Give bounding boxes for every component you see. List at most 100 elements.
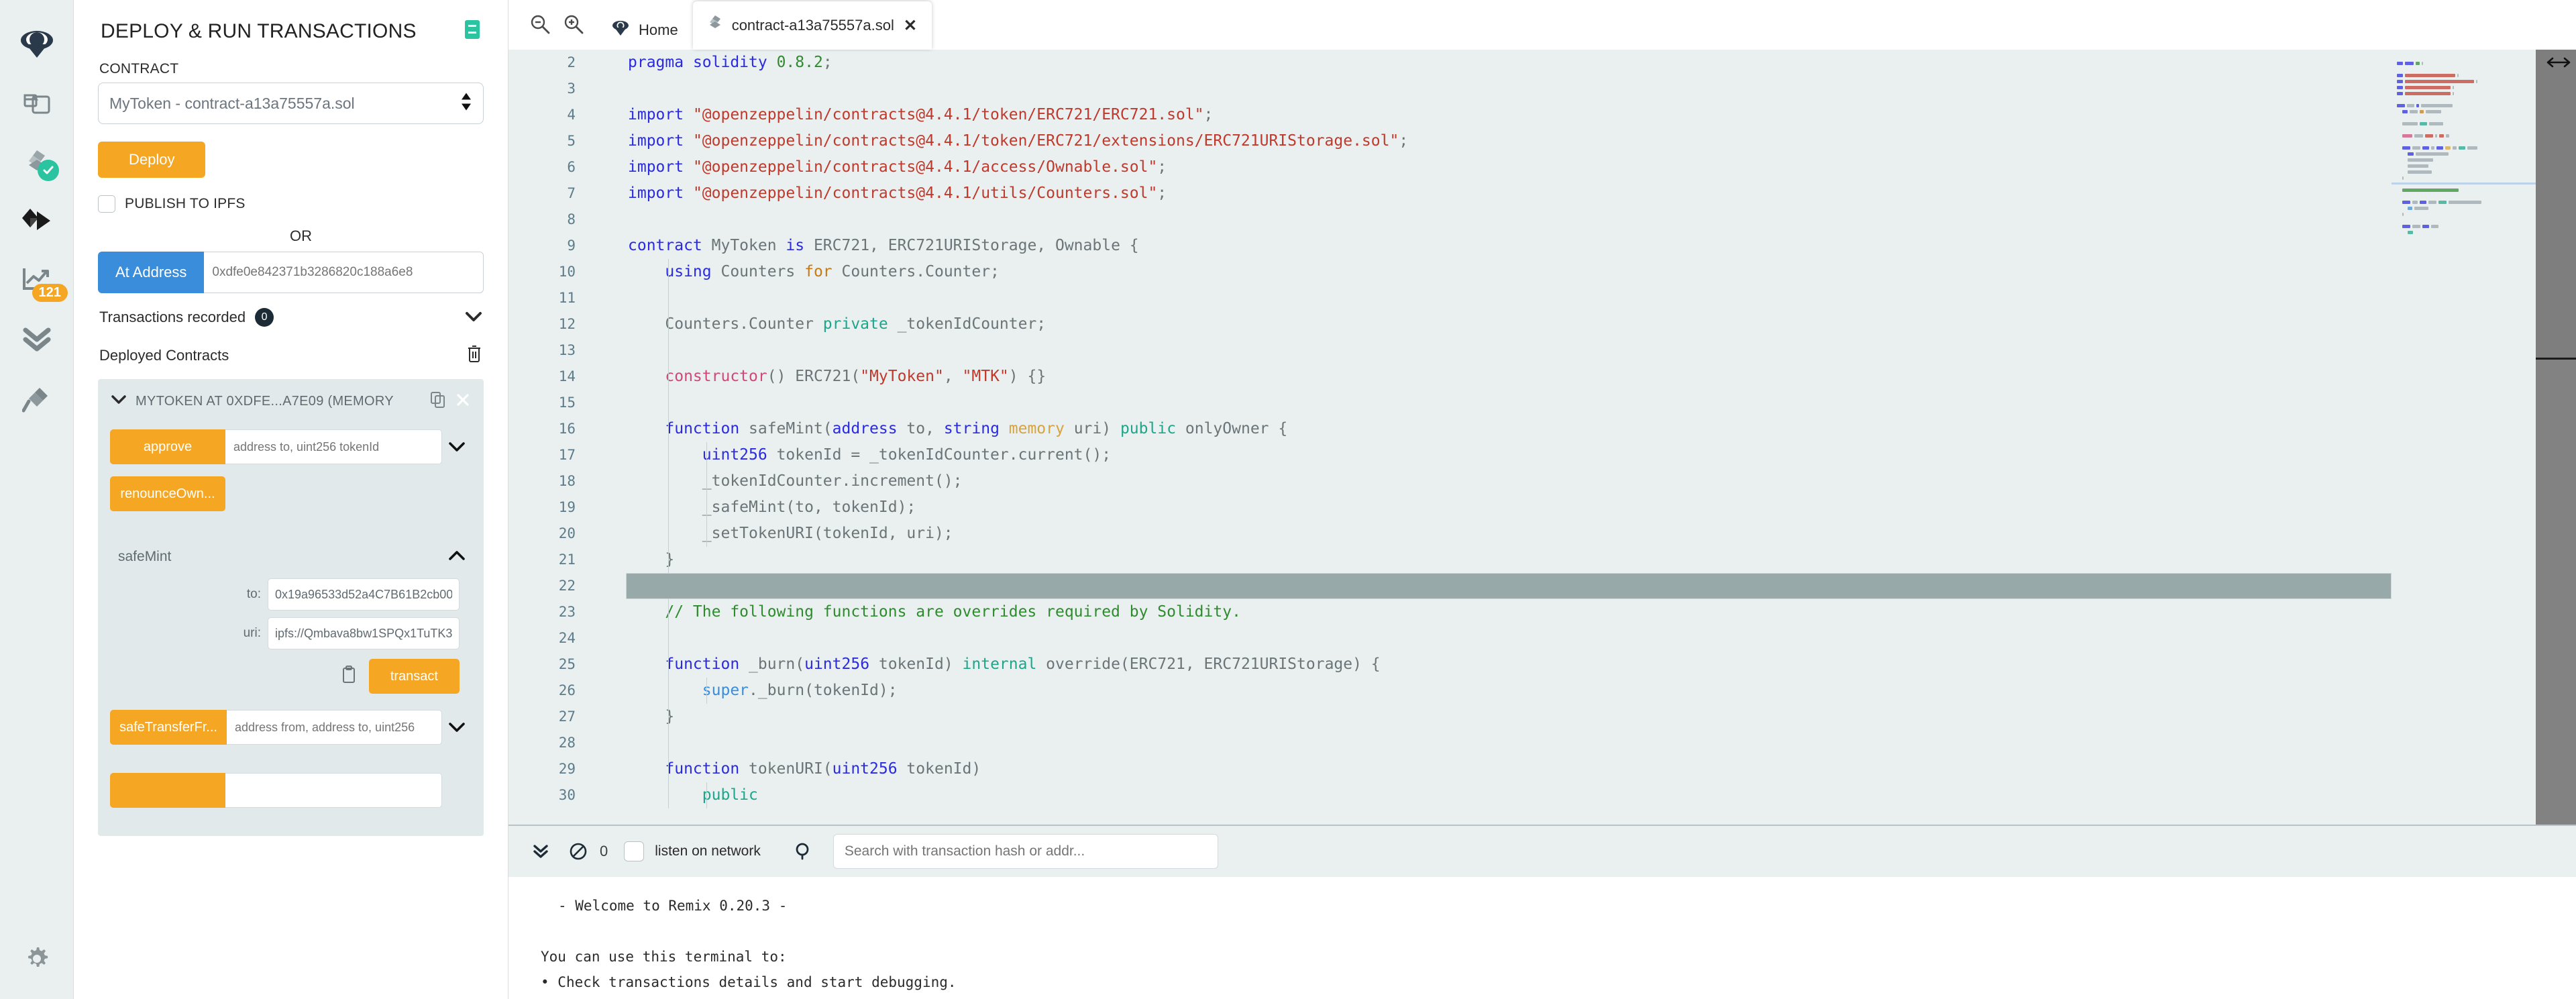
line-number: 15: [558, 395, 576, 411]
resize-horizontal-icon[interactable]: [2546, 56, 2571, 72]
code-line[interactable]: 14 constructor() ERC721("MyToken", "MTK"…: [508, 364, 2576, 390]
code-line[interactable]: 27 }: [508, 704, 2576, 730]
plugin-manager-icon[interactable]: [0, 369, 74, 428]
renounce-ownership-button[interactable]: renounceOwn...: [110, 476, 225, 511]
safemint-transact-button[interactable]: transact: [368, 659, 460, 694]
chevron-up-icon[interactable]: [449, 549, 465, 565]
debugger-icon[interactable]: [0, 310, 74, 369]
code-line[interactable]: 15: [508, 390, 2576, 416]
scrollbar-thumb[interactable]: [2536, 50, 2576, 360]
chevron-down-icon[interactable]: [111, 395, 126, 408]
line-number: 16: [558, 421, 576, 437]
zoom-in-icon[interactable]: [564, 14, 584, 38]
code-line[interactable]: 7 import "@openzeppelin/contracts@4.4.1/u…: [508, 180, 2576, 207]
solidity-compiler-icon[interactable]: [0, 133, 74, 192]
indent-guide: [668, 704, 669, 730]
analysis-icon[interactable]: 121: [0, 251, 74, 310]
trash-icon[interactable]: [466, 344, 482, 367]
clipboard-icon[interactable]: [341, 665, 357, 688]
deploy-run-icon[interactable]: [0, 192, 74, 251]
deployed-card-header[interactable]: MYTOKEN AT 0XDFE...A7E09 (MEMORY: [110, 388, 472, 429]
chevron-down-icon[interactable]: [465, 309, 482, 326]
code-line[interactable]: 20 _setTokenURI(tokenId, uri);: [508, 521, 2576, 547]
indent-guide: [668, 521, 669, 547]
code-line[interactable]: 29 function tokenURI(uint256 tokenId): [508, 756, 2576, 782]
safemint-to-input[interactable]: [268, 578, 460, 611]
chevron-down-icon[interactable]: [442, 773, 472, 808]
minimap-line: [2392, 62, 2536, 66]
code-line[interactable]: 24: [508, 625, 2576, 651]
code-editor[interactable]: 2 pragma solidity 0.8.2; 3 4 import "@openze…: [508, 50, 2576, 825]
code-line[interactable]: 23 // The following functions are overri…: [508, 599, 2576, 625]
listen-on-network-checkbox[interactable]: [624, 841, 645, 861]
zoom-out-icon[interactable]: [530, 14, 550, 38]
minimap-token: [2425, 134, 2434, 138]
safemint-uri-input[interactable]: [268, 617, 460, 649]
copy-icon[interactable]: [430, 391, 446, 412]
code-line[interactable]: 22: [508, 573, 2576, 599]
code-line[interactable]: 16 function safeMint(address to, string …: [508, 416, 2576, 442]
deploy-button[interactable]: Deploy: [98, 142, 206, 178]
contract-select[interactable]: MyToken - contract-a13a75557a.sol: [98, 83, 484, 124]
code-line-text: constructor() ERC721("MyToken", "MTK") {…: [665, 368, 1046, 385]
panel-docs-icon[interactable]: [464, 19, 481, 44]
safe-transfer-from-button[interactable]: safeTransferFr...: [110, 710, 227, 745]
minimap-token: [2397, 104, 2406, 107]
transactions-recorded-label: Transactions recorded: [99, 309, 246, 325]
code-line[interactable]: 3: [508, 76, 2576, 102]
safe-transfer-from-args-input[interactable]: [226, 710, 442, 745]
editor-vertical-scrollbar[interactable]: [2536, 50, 2576, 825]
terminal-search-input[interactable]: [833, 834, 1218, 869]
remix-logo-icon[interactable]: [0, 15, 74, 74]
approve-button[interactable]: approve: [110, 429, 225, 464]
code-line[interactable]: 18 _tokenIdCounter.increment();: [508, 468, 2576, 494]
code-line[interactable]: 10 using Counters for Counters.Counter;: [508, 259, 2576, 285]
minimap-token: [2436, 146, 2443, 150]
partial-function-button[interactable]: [110, 773, 225, 808]
tab-home[interactable]: Home: [597, 11, 693, 50]
terminal-output: - Welcome to Remix 0.20.3 - You can use …: [508, 877, 2576, 999]
at-address-button[interactable]: At Address: [98, 252, 205, 293]
code-line[interactable]: 4 import "@openzeppelin/contracts@4.4.1/t…: [508, 102, 2576, 128]
transactions-recorded-row[interactable]: Transactions recorded 0: [98, 293, 484, 333]
chevron-down-icon[interactable]: [442, 710, 472, 745]
code-line[interactable]: 17 uint256 tokenId = _tokenIdCounter.cur…: [508, 442, 2576, 468]
code-line[interactable]: 8: [508, 207, 2576, 233]
settings-icon[interactable]: [0, 945, 74, 972]
code-line[interactable]: 19 _safeMint(to, tokenId);: [508, 494, 2576, 521]
code-line[interactable]: 11: [508, 285, 2576, 311]
editor-minimap[interactable]: [2392, 50, 2536, 825]
minimap-token: [2405, 62, 2414, 65]
code-line[interactable]: 9 contract MyToken is ERC721, ERC721URISt…: [508, 233, 2576, 259]
safemint-header[interactable]: safeMint: [110, 539, 472, 572]
approve-args-input[interactable]: [225, 429, 442, 464]
partial-function-args-input[interactable]: [225, 773, 442, 808]
close-icon[interactable]: [455, 392, 470, 411]
main-area: Home contract-a13a75557a.sol ✕ 2 pragma s…: [508, 0, 2576, 999]
chevrons-down-icon[interactable]: [522, 843, 559, 860]
tab-contract-file[interactable]: contract-a13a75557a.sol ✕: [692, 1, 932, 50]
search-icon[interactable]: [785, 842, 822, 861]
code-line[interactable]: 12 Counters.Counter private _tokenIdCoun…: [508, 311, 2576, 337]
code-line[interactable]: 25 function _burn(uint256 tokenId) inter…: [508, 651, 2576, 678]
line-number: 3: [567, 81, 576, 97]
file-explorer-icon[interactable]: [0, 74, 74, 133]
code-line[interactable]: 5 import "@openzeppelin/contracts@4.4.1/t…: [508, 128, 2576, 154]
no-entry-icon[interactable]: [559, 842, 597, 861]
code-line[interactable]: 30 public: [508, 782, 2576, 808]
code-line[interactable]: 21 }: [508, 547, 2576, 573]
at-address-input[interactable]: [204, 252, 484, 293]
code-line[interactable]: 26 super._burn(tokenId);: [508, 678, 2576, 704]
indent-guide: [668, 782, 669, 808]
code-line-text: function safeMint(address to, string mem…: [665, 420, 1288, 437]
publish-ipfs-checkbox[interactable]: [98, 195, 115, 213]
code-line[interactable]: 2 pragma solidity 0.8.2;: [508, 50, 2576, 76]
code-line[interactable]: 13: [508, 337, 2576, 364]
code-line[interactable]: 6 import "@openzeppelin/contracts@4.4.1/a…: [508, 154, 2576, 180]
minimap-token: [2415, 62, 2420, 65]
code-line[interactable]: 28: [508, 730, 2576, 756]
indent-guide: [668, 599, 669, 625]
minimap-token: [2445, 146, 2451, 150]
close-icon[interactable]: ✕: [904, 16, 917, 36]
chevron-down-icon[interactable]: [442, 429, 472, 464]
